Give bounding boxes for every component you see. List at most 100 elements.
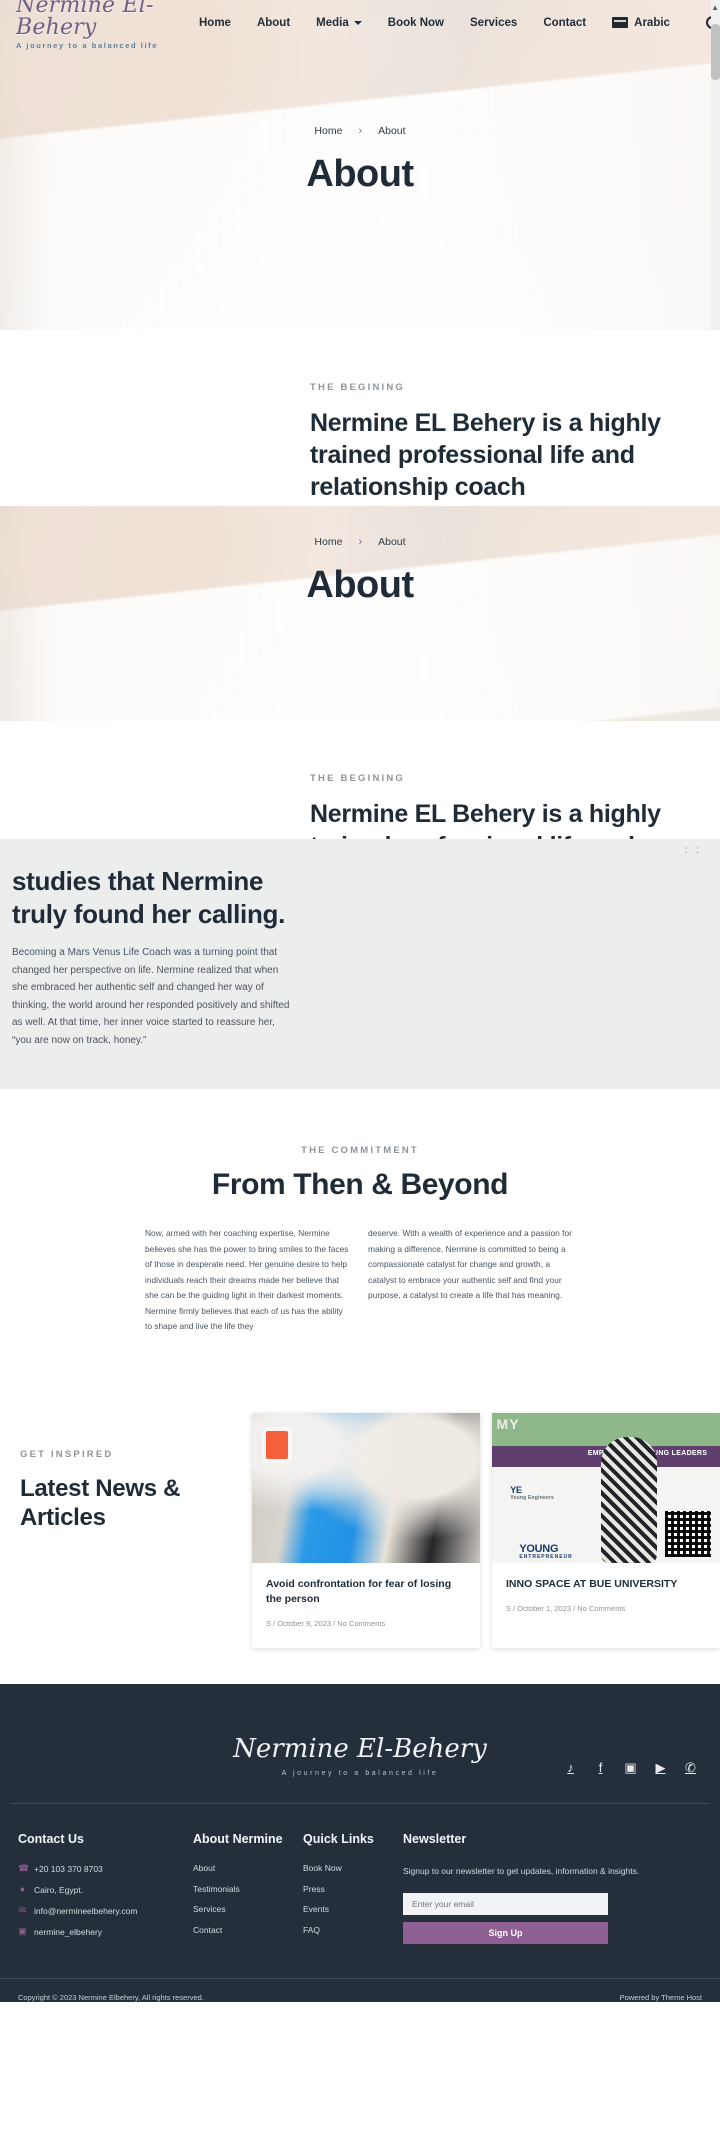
logo-name: Nermine El-Behery [16, 0, 154, 41]
nav-label: Media [316, 16, 349, 29]
footer-heading-contact: Contact Us [16, 1832, 86, 1848]
article-meta: S / October 1, 2023 / No Comments [506, 1604, 626, 1614]
contact-item-instagram[interactable]: ▣ nermine_elbehery [18, 1927, 193, 1936]
footer-link-label: Testimonials [193, 1883, 240, 1894]
newsletter-description: Signup to our newsletter to get updates,… [403, 1866, 640, 1877]
beginning-heading: Nermine EL Behery is a highly trained pr… [310, 409, 661, 501]
footer-link-faq[interactable]: FAQ [303, 1926, 403, 1935]
footer-link-label: Events [303, 1904, 329, 1915]
story-heading: studies that Nermine truly found her cal… [12, 866, 286, 929]
language-label: Arabic [634, 16, 670, 29]
news-eyebrow: GET INSPIRED [20, 1448, 114, 1460]
hero-section-duplicate: Home › About About [0, 506, 720, 721]
footer-column-newsletter: Newsletter Signup to our newsletter to g… [400, 1830, 648, 1948]
nav-label: Services [470, 16, 518, 29]
article-card[interactable]: MY YEYoung Engineers YOUNGENTREPRENEUR I… [492, 1412, 720, 1649]
article-card[interactable]: Avoid confrontation for fear of losing t… [252, 1412, 480, 1649]
hero-content-duplicate: Home › About About [0, 506, 720, 607]
facebook-icon[interactable]: f [593, 1760, 608, 1775]
contact-item-phone[interactable]: ☎ +20 103 370 8703 [18, 1864, 193, 1873]
nav-item-services[interactable]: Services [470, 17, 517, 29]
envelope-icon: ✉ [18, 1905, 27, 1916]
breadcrumb-separator-icon: › [358, 536, 363, 548]
footer-column-contact: Contact Us ☎ +20 103 370 8703 ● Cairo, Egy… [16, 1830, 193, 1948]
footer-link-book-now[interactable]: Book Now [303, 1864, 403, 1873]
breadcrumb-home[interactable]: Home [314, 536, 342, 548]
footer-heading-newsletter: Newsletter [400, 1832, 469, 1848]
footer-link-services[interactable]: Services [193, 1905, 303, 1914]
decorative-dots: : : [684, 845, 702, 856]
footer-link-events[interactable]: Events [303, 1905, 403, 1914]
quick-links-list: Book Now Press Events FAQ [303, 1864, 403, 1934]
breadcrumb-duplicate: Home › About [0, 536, 720, 548]
nav-label: Contact [543, 16, 587, 29]
breadcrumb-current: About [378, 536, 406, 548]
footer-link-label: Press [303, 1883, 325, 1894]
nav-item-book-now[interactable]: Book Now [388, 17, 444, 29]
footer-column-about: About Nermine About Testimonials Service… [191, 1830, 303, 1948]
nav-label: Book Now [387, 16, 444, 29]
site-footer: Nermine El-Behery A journey to a balance… [0, 1684, 720, 2003]
newsletter-email-input[interactable] [403, 1892, 608, 1915]
contact-email-text: info@nermineelbehery.com [34, 1905, 138, 1916]
story-section: : : studies that Nermine truly found her… [0, 839, 720, 1089]
image-logo-young-engineers: YE Young Engineers [510, 1484, 554, 1501]
footer-link-label: Contact [193, 1924, 223, 1935]
whatsapp-icon[interactable]: ✆ [683, 1760, 698, 1775]
contact-instagram-text: nermine_elbehery [34, 1926, 103, 1937]
footer-heading-label: Contact Us [18, 1832, 84, 1847]
footer-heading-label: Quick Links [303, 1832, 374, 1847]
contact-item-email[interactable]: ✉ info@nermineelbehery.com [18, 1906, 193, 1915]
primary-nav: Home About Media Book Now Services Conta… [199, 17, 586, 29]
footer-link-contact[interactable]: Contact [193, 1926, 303, 1935]
social-links: ♪ f ▣ ▶ ✆ [563, 1760, 698, 1776]
copyright-text: Copyright © 2023 Nermine Elbehery, All r… [18, 1993, 204, 2003]
instagram-icon[interactable]: ▣ [623, 1760, 638, 1775]
breadcrumb: Home › About [0, 125, 720, 137]
tiktok-icon[interactable]: ♪ [563, 1760, 578, 1775]
beginning-eyebrow: THE BEGINING [310, 382, 406, 393]
instagram-icon: ▣ [18, 1926, 27, 1937]
chevron-down-icon [353, 20, 362, 25]
commitment-heading: From Then & Beyond [211, 1168, 509, 1201]
image-logo-young-engineers-label: Young Engineers [510, 1494, 554, 1501]
footer-heading-about: About Nermine [191, 1832, 285, 1848]
footer-link-about[interactable]: About [193, 1864, 303, 1873]
footer-link-label: About [193, 1863, 216, 1874]
page-title-duplicate: About [306, 564, 414, 606]
image-logo-young-entrepreneur: YOUNG ENTREPRENEUR [519, 1542, 573, 1560]
contact-list: ☎ +20 103 370 8703 ● Cairo, Egypt. ✉ info@n… [18, 1864, 193, 1936]
commitment-section: THE COMMITMENT From Then & Beyond Now, a… [0, 1089, 720, 1375]
nav-item-home[interactable]: Home [199, 17, 231, 29]
newsletter-signup-button[interactable]: Sign Up [403, 1921, 608, 1944]
nav-item-media[interactable]: Media [316, 17, 362, 29]
footer-bottom-bar: Copyright © 2023 Nermine Elbehery, All r… [0, 1978, 720, 2002]
language-switcher[interactable]: Arabic [612, 17, 670, 29]
footer-link-testimonials[interactable]: Testimonials [193, 1885, 303, 1894]
breadcrumb-home[interactable]: Home [314, 125, 342, 137]
page-scrollbar-thumb[interactable] [711, 24, 720, 80]
phone-icon: ☎ [18, 1863, 30, 1874]
commitment-paragraph-right: deserve. With a wealth of experience and… [368, 1228, 572, 1301]
footer-link-label: FAQ [303, 1924, 321, 1935]
nav-item-about[interactable]: About [257, 17, 290, 29]
article-title[interactable]: INNO SPACE AT BUE UNIVERSITY [506, 1577, 706, 1592]
scroll-up-arrow-icon[interactable]: ▲ [711, 3, 719, 12]
article-meta: S / October 9, 2023 / No Comments [266, 1619, 386, 1629]
footer-link-label: Book Now [303, 1863, 342, 1874]
contact-item-address[interactable]: ● Cairo, Egypt. [18, 1885, 193, 1894]
beginning-section: THE BEGINING Nermine EL Behery is a high… [0, 330, 720, 506]
nav-label: About [256, 16, 291, 29]
youtube-icon[interactable]: ▶ [653, 1760, 668, 1775]
breadcrumb-current: About [378, 125, 406, 137]
nav-item-contact[interactable]: Contact [543, 17, 586, 29]
hero-section: Nermine El-Behery A journey to a balance… [0, 0, 720, 330]
footer-heading-label: Newsletter [403, 1832, 467, 1847]
site-logo[interactable]: Nermine El-Behery A journey to a balance… [16, 0, 191, 50]
beginning-eyebrow-duplicate: THE BEGINING [310, 773, 406, 784]
article-title[interactable]: Avoid confrontation for fear of losing t… [266, 1577, 466, 1607]
footer-link-press[interactable]: Press [303, 1885, 403, 1894]
story-paragraph: Becoming a Mars Venus Life Coach was a t… [12, 947, 290, 1046]
site-header: Nermine El-Behery A journey to a balance… [0, 0, 720, 49]
person-silhouette-icon [601, 1436, 658, 1563]
